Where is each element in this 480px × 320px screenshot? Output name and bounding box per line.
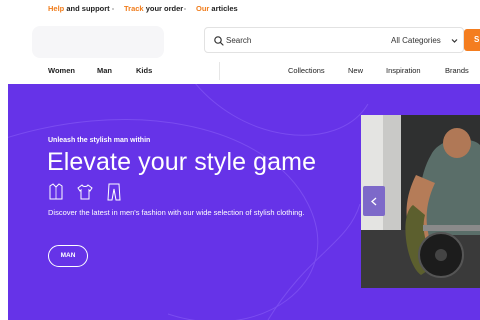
nav-item-kids[interactable]: Kids [136,66,152,75]
trousers-icon[interactable] [106,183,122,201]
search-icon [214,36,224,46]
nav-item-new[interactable]: New [348,66,363,75]
category-select[interactable]: All Categories [391,36,441,45]
shirt-icon[interactable] [48,183,64,201]
nav-item-women[interactable]: Women [48,66,75,75]
search-button[interactable]: S [464,29,480,51]
nav-item-man[interactable]: Man [97,66,112,75]
search-input[interactable]: Search [226,36,251,45]
nav-item-inspiration[interactable]: Inspiration [386,66,421,75]
logo[interactable] [32,26,164,58]
tshirt-icon[interactable] [77,183,93,201]
shop-man-button[interactable]: MAN [48,245,88,267]
nav-divider [219,62,220,80]
nav-item-collections[interactable]: Collections [288,66,325,75]
search-bar[interactable]: Search All Categories [204,27,464,53]
chevron-down-icon[interactable] [451,38,458,44]
hero-banner: Unleash the stylish man within Elevate y… [8,84,480,320]
nav-item-brands[interactable]: Brands [445,66,469,75]
separator-dot [112,8,114,10]
hero-title: Elevate your style game [47,148,317,176]
our-articles-link[interactable]: Our articles [196,4,238,13]
carousel-prev-button[interactable] [363,186,385,216]
hero-eyebrow: Unleash the stylish man within [48,137,151,144]
separator-dot [184,8,186,10]
track-order-link[interactable]: Track your order [124,4,183,13]
hero-description: Discover the latest in men's fashion wit… [48,208,305,217]
help-and-support-link[interactable]: Help and support [48,4,110,13]
utility-bar: Help and support Track your order Our ar… [0,0,480,18]
chevron-left-icon [371,197,377,206]
